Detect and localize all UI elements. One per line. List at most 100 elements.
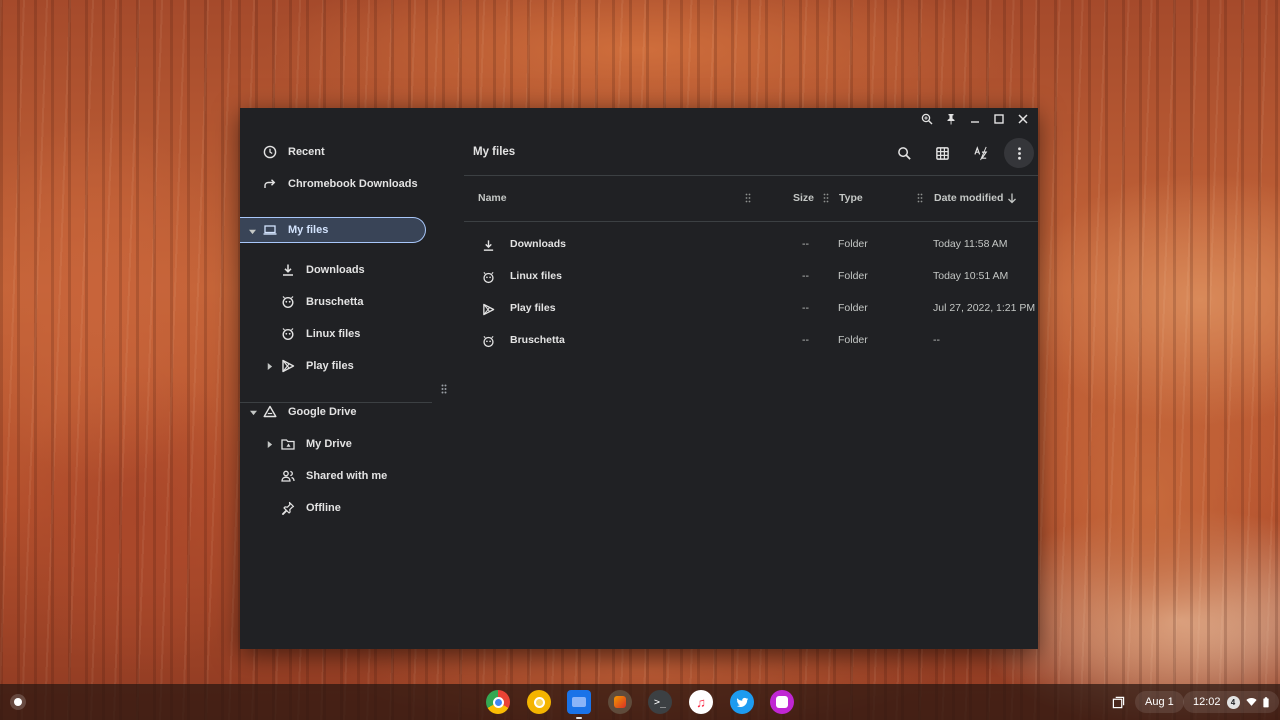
file-size: -- <box>802 270 809 282</box>
file-type: Folder <box>838 302 868 314</box>
twitter-icon[interactable] <box>730 690 754 714</box>
grid-view-icon <box>935 146 949 160</box>
column-header-divider <box>464 221 1038 222</box>
files-app-window: Recent Chromebook Downloads My files Dow… <box>240 108 1038 649</box>
toolbar-divider <box>464 175 1038 176</box>
sidebar-item-offline[interactable]: Offline <box>280 495 341 521</box>
sidebar-item-label: Offline <box>306 502 341 514</box>
table-row[interactable]: Play files -- Folder Jul 27, 2022, 1:21 … <box>464 293 1038 325</box>
column-header-name[interactable]: Name <box>478 192 507 204</box>
google-drive-icon <box>262 404 278 420</box>
sidebar-item-shared-with-me[interactable]: Shared with me <box>280 463 387 489</box>
zoom-icon[interactable] <box>918 110 936 128</box>
file-size: -- <box>802 334 809 346</box>
column-header-size[interactable]: Size <box>793 192 814 204</box>
sidebar-item-my-files[interactable]: My files <box>240 217 426 243</box>
file-name: Linux files <box>510 270 562 282</box>
arrow-down-icon[interactable] <box>1007 193 1017 204</box>
shortcut-arrow-icon <box>262 176 278 192</box>
sidebar-item-label: Bruschetta <box>306 296 364 308</box>
file-name: Play files <box>510 302 556 314</box>
chrome-icon[interactable] <box>486 690 510 714</box>
file-type: Folder <box>838 270 868 282</box>
play-icon <box>480 301 496 317</box>
sort-button[interactable] <box>966 138 996 168</box>
sidebar-item-label: Google Drive <box>288 406 357 418</box>
app-purple-icon[interactable] <box>770 690 794 714</box>
sidebar-item-bruschetta[interactable]: Bruschetta <box>280 289 363 315</box>
sidebar-item-label: Downloads <box>306 264 365 276</box>
main-pane: My files Name Size Type Date modified Do… <box>464 130 1038 649</box>
battery-icon <box>1262 696 1269 707</box>
file-size: -- <box>802 238 809 250</box>
overview-icon[interactable] <box>1108 691 1128 713</box>
files-icon[interactable] <box>567 690 591 719</box>
date-tray[interactable]: Aug 1 <box>1135 691 1184 713</box>
file-date: Today 10:51 AM <box>933 270 1009 282</box>
sidebar-item-label: Recent <box>288 146 325 158</box>
launcher-button[interactable] <box>10 694 26 710</box>
sidebar: Recent Chromebook Downloads My files Dow… <box>240 130 440 649</box>
file-type: Folder <box>838 238 868 250</box>
clock-time: 12:02 <box>1193 696 1221 708</box>
sidebar-item-linux-files[interactable]: Linux files <box>280 321 360 347</box>
chevron-right-icon[interactable] <box>264 439 274 449</box>
sidebar-item-label: Chromebook Downloads <box>288 178 418 190</box>
grid-view-button[interactable] <box>927 138 957 168</box>
linux-icon <box>480 269 496 285</box>
sidebar-item-play-files[interactable]: Play files <box>267 353 354 379</box>
pin-icon[interactable] <box>942 110 960 128</box>
file-date: Today 11:58 AM <box>933 238 1008 250</box>
breadcrumb[interactable]: My files <box>473 146 515 158</box>
sidebar-item-label: Shared with me <box>306 470 388 482</box>
canary-icon[interactable] <box>527 690 551 714</box>
search-icon <box>897 146 911 160</box>
download-icon <box>480 237 496 253</box>
file-size: -- <box>802 302 809 314</box>
sidebar-resize-handle[interactable] <box>440 382 448 396</box>
clock-icon <box>262 144 278 160</box>
file-name: Bruschetta <box>510 334 565 346</box>
title-bar <box>240 108 1038 130</box>
bruschetta-icon <box>280 294 296 310</box>
table-row[interactable]: Linux files -- Folder Today 10:51 AM <box>464 261 1038 293</box>
file-name: Downloads <box>510 238 567 250</box>
sidebar-item-google-drive[interactable]: Google Drive <box>249 399 357 425</box>
laptop-icon <box>262 222 278 238</box>
linux-icon <box>280 326 296 342</box>
app-icon[interactable] <box>608 690 632 714</box>
music-icon[interactable]: ♫ <box>689 690 713 714</box>
column-resize-icon[interactable] <box>745 193 751 203</box>
more-vert-icon <box>1017 146 1021 160</box>
drive-folder-icon <box>280 436 296 452</box>
terminal-icon[interactable]: >_ <box>648 690 672 714</box>
close-icon[interactable] <box>1014 110 1032 128</box>
chevron-right-icon[interactable] <box>264 361 274 371</box>
sort-az-icon <box>973 145 987 160</box>
column-header-type[interactable]: Type <box>839 192 863 204</box>
minimize-icon[interactable] <box>966 110 984 128</box>
table-row[interactable]: Bruschetta -- Folder -- <box>464 325 1038 357</box>
chevron-down-icon[interactable] <box>247 226 257 236</box>
shelf: >_ ♫ Aug 1 12:02 4 <box>0 684 1280 720</box>
chevron-down-icon[interactable] <box>248 407 258 417</box>
file-type: Folder <box>838 334 868 346</box>
wifi-icon <box>1245 698 1257 706</box>
more-options-button[interactable] <box>1004 138 1034 168</box>
search-button[interactable] <box>889 138 919 168</box>
status-tray[interactable]: 12:02 4 <box>1183 691 1279 713</box>
column-resize-icon[interactable] <box>917 193 923 203</box>
bruschetta-icon <box>480 333 496 349</box>
file-date: Jul 27, 2022, 1:21 PM <box>933 302 1036 314</box>
sidebar-item-chromebook-downloads[interactable]: Chromebook Downloads <box>262 171 418 197</box>
sidebar-item-recent[interactable]: Recent <box>262 139 325 165</box>
file-date: -- <box>933 334 940 346</box>
table-row[interactable]: Downloads -- Folder Today 11:58 AM <box>464 229 1038 261</box>
column-resize-icon[interactable] <box>823 193 829 203</box>
maximize-icon[interactable] <box>990 110 1008 128</box>
sidebar-item-label: Play files <box>306 360 354 372</box>
column-header-date-modified[interactable]: Date modified <box>934 192 1003 204</box>
sidebar-item-downloads[interactable]: Downloads <box>280 257 365 283</box>
sidebar-item-my-drive[interactable]: My Drive <box>267 431 352 457</box>
sidebar-item-label: My files <box>288 224 329 236</box>
